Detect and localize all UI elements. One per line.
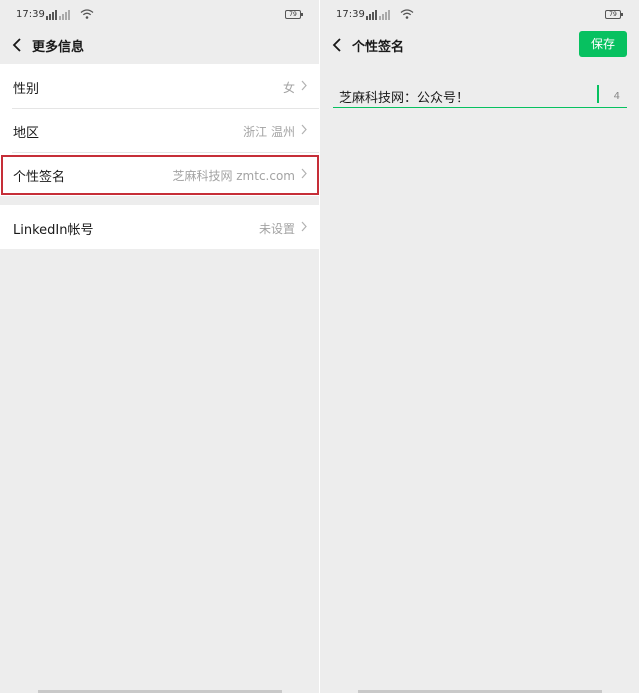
page-title: 个性签名 [352, 40, 405, 55]
char-count: 4 [613, 91, 620, 102]
row-value: 女 [282, 81, 295, 95]
list-item-region[interactable]: 地区 浙江 温州 [0, 108, 319, 152]
signature-input[interactable]: 芝麻科技网：公众号！ 4 [333, 78, 627, 108]
more-info-screen: 17:39 79 更多信息 性别 女 地区 浙江 温州 个性签名 芝麻科技网 z… [0, 0, 319, 693]
signature-input-value: 芝麻科技网：公众号！ [339, 91, 470, 106]
status-time: 17:39 [16, 9, 45, 20]
row-label: 地区 [13, 126, 40, 141]
row-label: LinkedIn帐号 [13, 223, 94, 238]
signature-edit-screen: 17:39 79 个性签名 保存 芝麻科技网：公众号！ 4 [320, 0, 639, 693]
page-title: 更多信息 [32, 40, 85, 55]
wifi-icon [400, 9, 414, 19]
signal-icon [46, 10, 70, 20]
row-value: 未设置 [258, 222, 295, 236]
save-button[interactable]: 保存 [579, 31, 627, 57]
linkedin-list: LinkedIn帐号 未设置 [0, 205, 319, 249]
back-icon[interactable] [332, 37, 344, 53]
text-cursor [597, 85, 599, 103]
chevron-right-icon [301, 221, 307, 232]
battery-icon: 79 [285, 10, 303, 19]
wifi-icon [80, 9, 94, 19]
highlight-box [1, 155, 319, 195]
row-label: 性别 [13, 82, 40, 97]
chevron-right-icon [301, 124, 307, 135]
battery-icon: 79 [605, 10, 623, 19]
list-item-linkedin[interactable]: LinkedIn帐号 未设置 [0, 205, 319, 249]
row-value: 浙江 温州 [243, 125, 295, 139]
back-icon[interactable] [12, 37, 24, 53]
nav-bar: 个性签名 保存 [320, 28, 639, 62]
chevron-right-icon [301, 80, 307, 91]
list-item-gender[interactable]: 性别 女 [0, 64, 319, 108]
status-time: 17:39 [336, 9, 365, 20]
nav-bar: 更多信息 [0, 28, 319, 62]
signal-icon [366, 10, 390, 20]
